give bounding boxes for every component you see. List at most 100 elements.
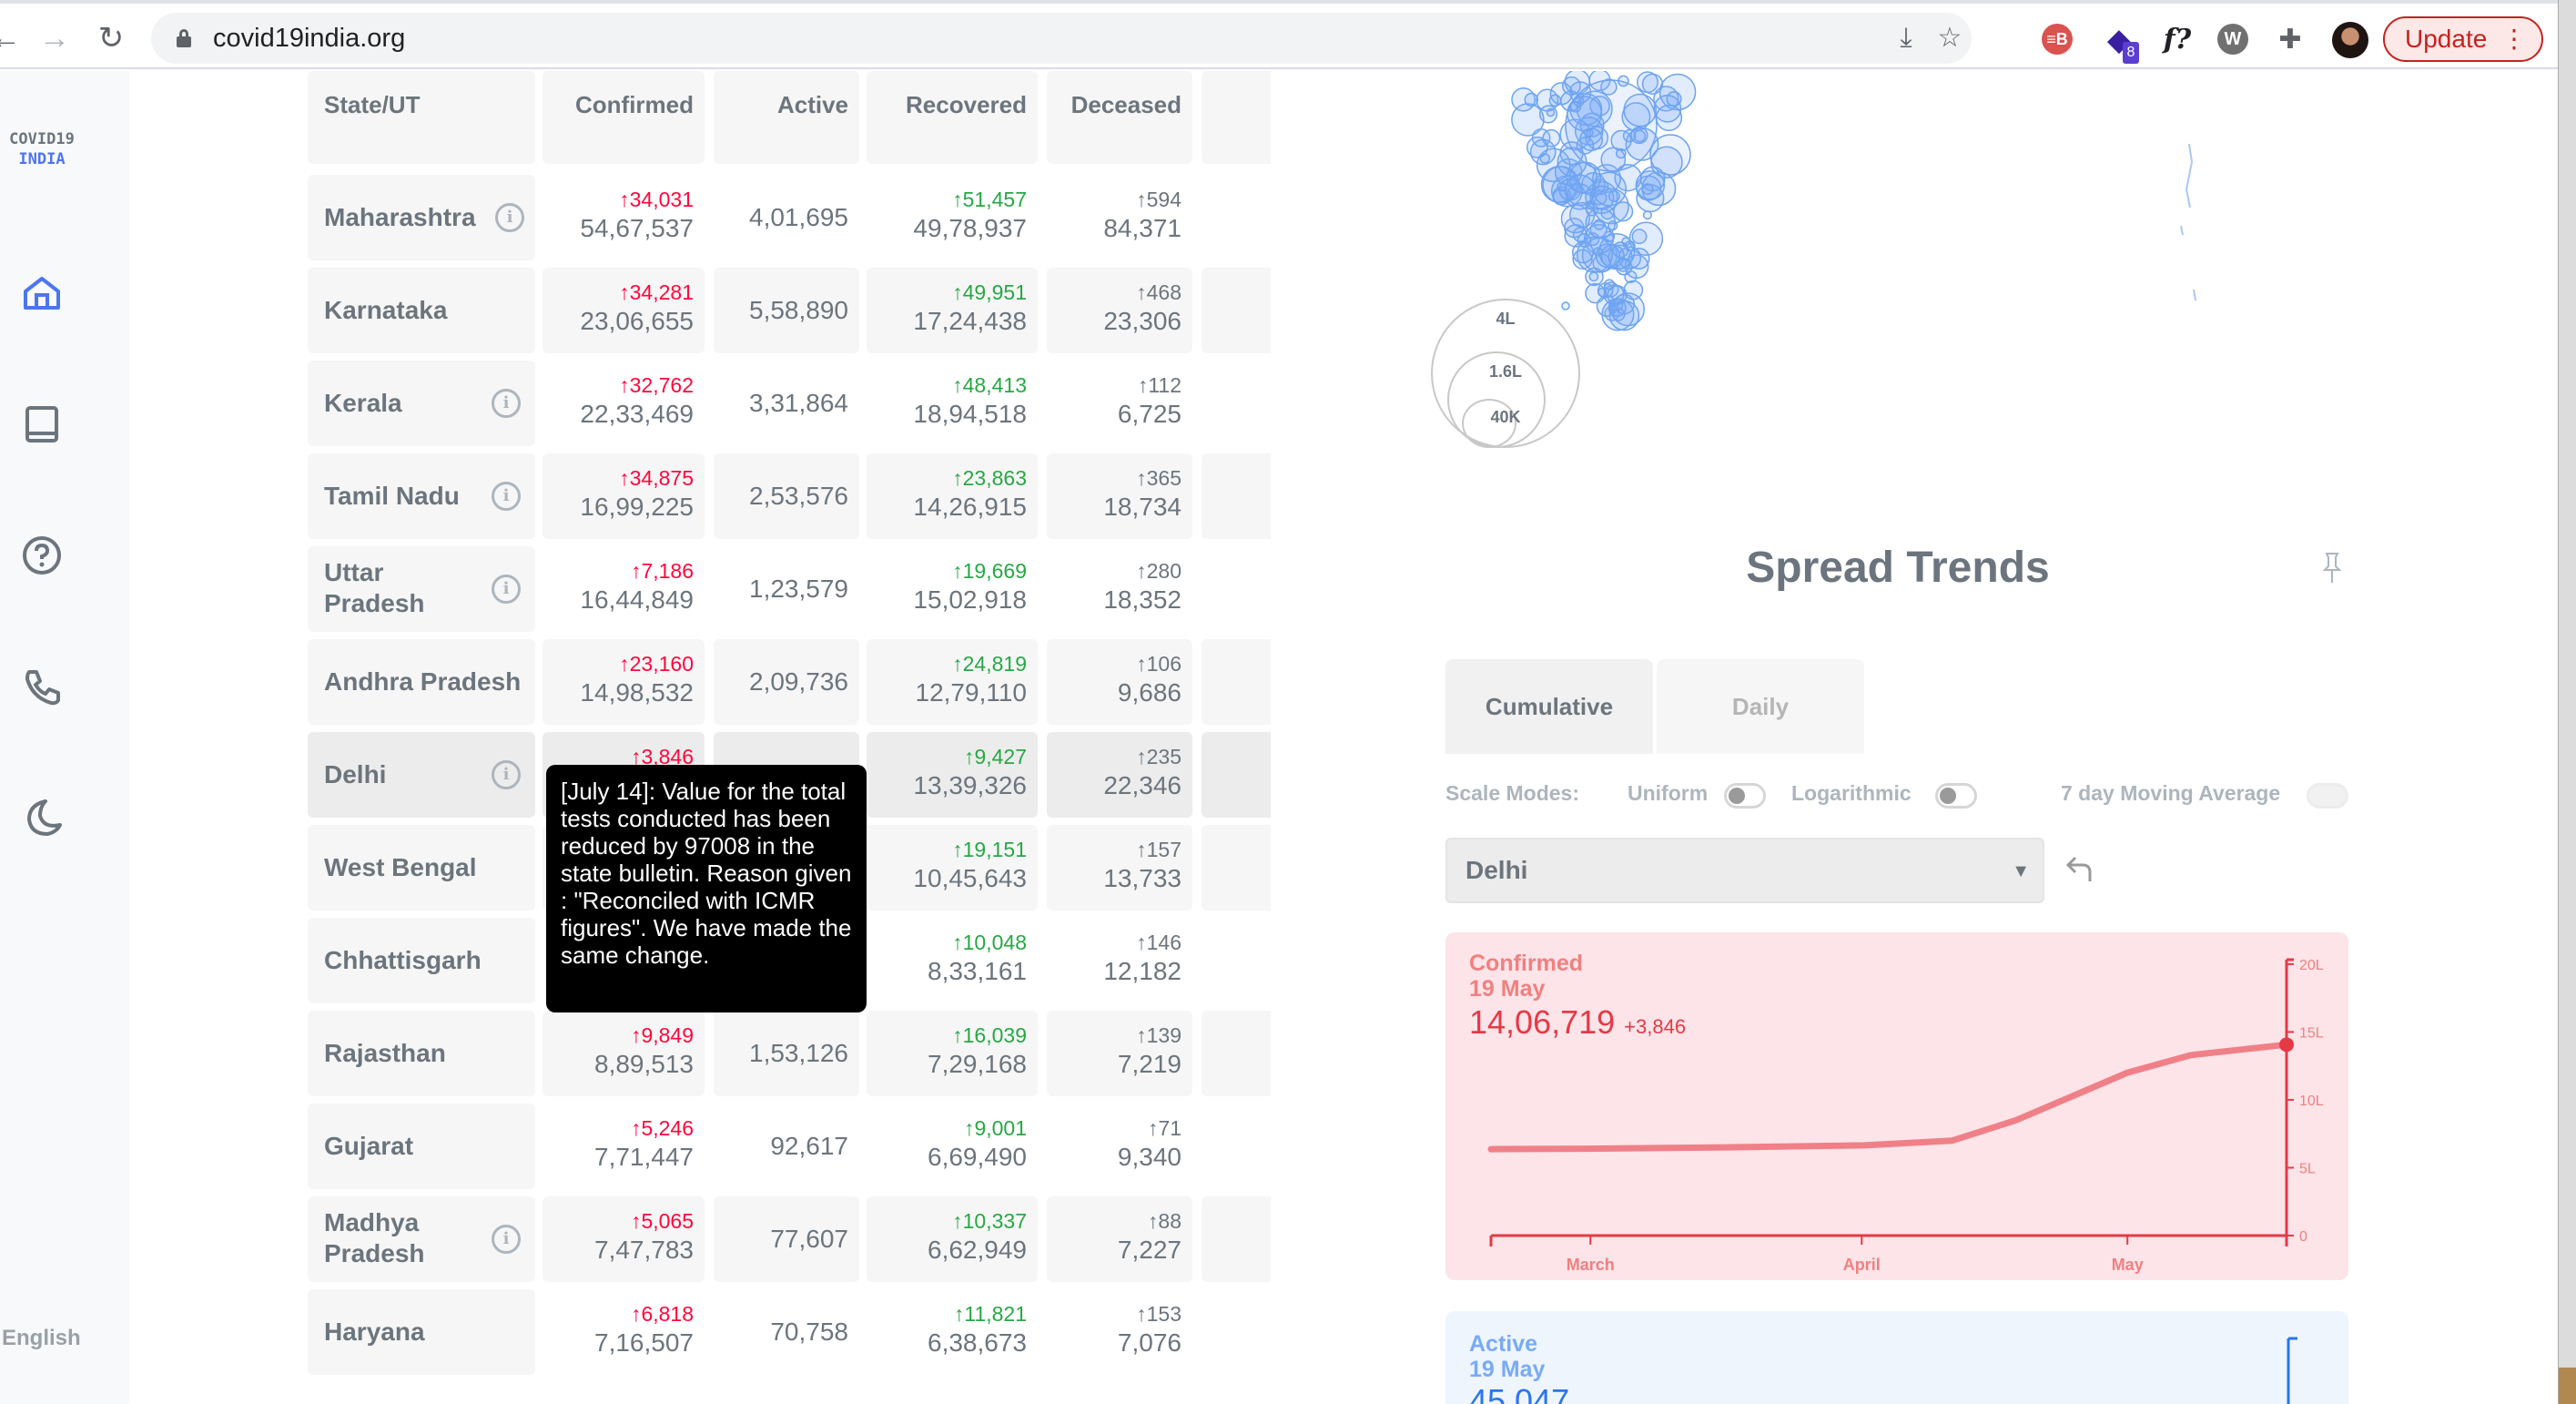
update-button[interactable]: Update ⋮ [2383, 16, 2543, 62]
info-icon[interactable]: i [492, 389, 521, 418]
district-bubble[interactable] [1641, 183, 1654, 196]
moving-average-toggle[interactable] [2307, 783, 2348, 809]
header-active[interactable]: Active [714, 71, 859, 164]
cell-deceased: ↑235 22,346 [1047, 732, 1192, 818]
deceased-value: 18,352 [1103, 585, 1182, 614]
url-text[interactable]: covid19india.org [213, 24, 405, 54]
active-chart-card[interactable]: Active 19 May 45,047 [1445, 1311, 2348, 1404]
state-name[interactable]: Gujarat [324, 1131, 413, 1162]
active-value: 2,09,736 [749, 667, 848, 696]
district-bubble[interactable] [1649, 134, 1691, 176]
confirmed-chart[interactable]: 0 5L 10L 15L 20L March April May [1445, 932, 2348, 1280]
help-icon[interactable] [20, 534, 64, 577]
wave-extension-icon[interactable]: W [2217, 24, 2248, 55]
district-bubble[interactable] [1597, 282, 1614, 299]
profile-avatar[interactable] [2332, 22, 2368, 58]
cell-state[interactable]: Rajasthan [308, 1011, 535, 1096]
bubble-map[interactable]: 4L 1.6L 40K [1420, 68, 2348, 472]
address-bar[interactable]: covid19india.org ⤓ ☆ [151, 13, 1972, 64]
forward-button[interactable]: → [36, 20, 73, 56]
undo-icon[interactable] [2064, 852, 2097, 885]
logarithmic-toggle[interactable] [1935, 783, 1977, 809]
district-bubble[interactable] [1569, 201, 1596, 229]
state-name[interactable]: West Bengal [324, 852, 477, 883]
pin-icon[interactable] [2321, 552, 2343, 585]
language-selector[interactable]: English [2, 1326, 81, 1351]
home-icon[interactable] [20, 271, 64, 315]
district-bubble[interactable] [1572, 249, 1593, 270]
header-state[interactable]: State/UT [308, 71, 535, 164]
district-bubble[interactable] [1641, 73, 1664, 95]
info-icon[interactable]: i [492, 760, 521, 789]
info-icon[interactable]: i [495, 203, 524, 232]
state-name[interactable]: Chhattisgarh [324, 945, 482, 976]
install-icon[interactable]: ⤓ [1890, 22, 1922, 55]
lock-icon[interactable] [177, 29, 191, 47]
district-bubble[interactable] [1511, 103, 1545, 137]
cell-state[interactable]: Delhi i [308, 732, 535, 818]
district-bubble[interactable] [1628, 221, 1664, 257]
district-bubble[interactable] [1565, 79, 1658, 172]
confirmed-chart-card[interactable]: 0 5L 10L 15L 20L March April May Confirmed 19 M… [1445, 932, 2348, 1280]
district-bubble[interactable] [1593, 247, 1603, 257]
logo[interactable]: COVID19 INDIA [0, 129, 84, 169]
district-bubble[interactable] [1549, 82, 1573, 106]
cell-state[interactable]: Madhya Pradesh i [308, 1196, 535, 1282]
state-name[interactable]: Haryana [324, 1317, 425, 1348]
district-bubble[interactable] [1585, 267, 1604, 287]
district-bubble[interactable] [1655, 104, 1683, 132]
active-value: 1,23,579 [749, 575, 848, 603]
back-button[interactable]: ← [0, 20, 24, 56]
info-icon[interactable]: i [492, 482, 521, 511]
district-bubble[interactable] [1589, 185, 1615, 210]
info-icon[interactable]: i [492, 1225, 521, 1254]
cell-recovered: ↑23,863 14,26,915 [867, 453, 1038, 539]
region-select[interactable]: Delhi ▼ [1445, 838, 2044, 903]
district-bubble[interactable] [1624, 240, 1636, 252]
state-name[interactable]: Rajasthan [324, 1038, 446, 1069]
cell-state[interactable]: Kerala i [308, 361, 535, 446]
state-name[interactable]: Tamil Nadu [324, 481, 460, 512]
district-bubble[interactable] [1538, 105, 1558, 124]
book-icon[interactable] [20, 402, 64, 446]
district-bubble[interactable] [1642, 210, 1652, 220]
district-bubble[interactable] [1616, 257, 1631, 272]
active-value: 2,53,576 [749, 482, 848, 510]
phone-icon[interactable] [20, 665, 64, 708]
uniform-toggle[interactable] [1724, 783, 1766, 809]
cell-state[interactable]: Gujarat [308, 1104, 535, 1189]
bookmark-star-icon[interactable]: ☆ [1933, 22, 1966, 55]
cell-state[interactable]: West Bengal [308, 825, 535, 911]
reload-button[interactable]: ↻ [93, 20, 129, 56]
cell-state[interactable]: Haryana [308, 1289, 535, 1375]
district-bubble[interactable] [1526, 136, 1548, 158]
state-name[interactable]: Maharashtra [324, 202, 476, 233]
cell-active: 2,53,576 [714, 453, 859, 539]
tab-daily[interactable]: Daily [1657, 659, 1864, 754]
state-name[interactable]: Andhra Pradesh [324, 666, 521, 697]
header-confirmed[interactable]: Confirmed [543, 71, 705, 164]
cell-state[interactable]: Uttar Pradesh i [308, 546, 535, 632]
header-deceased[interactable]: Deceased [1047, 71, 1192, 164]
state-name[interactable]: Kerala [324, 388, 402, 419]
state-name[interactable]: Delhi [324, 759, 386, 790]
cell-state[interactable]: Tamil Nadu i [308, 453, 535, 539]
moon-icon[interactable] [20, 796, 64, 839]
cell-state[interactable]: Andhra Pradesh [308, 639, 535, 725]
district-bubble[interactable] [1610, 298, 1624, 311]
cell-state[interactable]: Chhattisgarh [308, 918, 535, 1003]
f-question-extension-icon[interactable]: f? [2159, 22, 2196, 58]
cell-state[interactable]: Karnataka [308, 268, 535, 353]
more-vert-icon[interactable]: ⋮ [2501, 18, 2527, 60]
extensions-puzzle-icon[interactable]: ✚ [2272, 22, 2308, 58]
state-name[interactable]: Madhya Pradesh [324, 1207, 451, 1269]
cell-state[interactable]: Maharashtra i [308, 175, 535, 260]
district-bubble[interactable] [1561, 301, 1570, 310]
header-tested[interactable]: Test [1202, 71, 1271, 164]
state-name[interactable]: Karnataka [324, 295, 447, 326]
info-icon[interactable]: i [492, 575, 521, 604]
state-name[interactable]: Uttar Pradesh [324, 557, 451, 619]
bullet-extension-icon[interactable]: ≡B [2042, 24, 2073, 55]
tab-cumulative[interactable]: Cumulative [1445, 659, 1653, 754]
header-recovered[interactable]: Recovered [867, 71, 1038, 164]
